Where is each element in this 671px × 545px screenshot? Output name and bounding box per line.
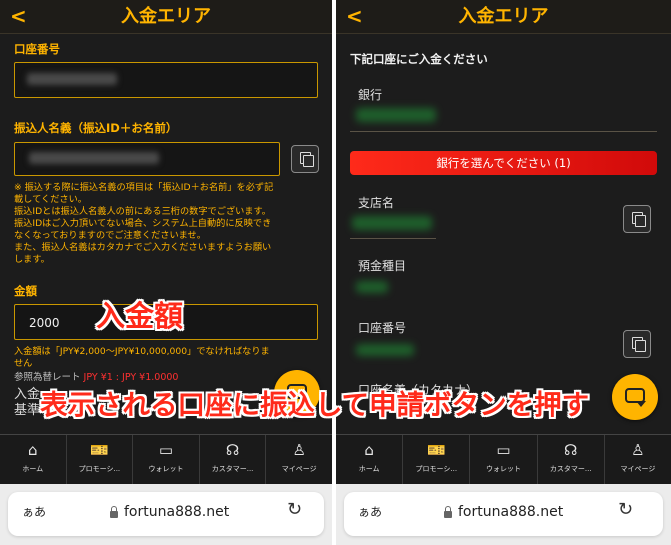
nav-label: ホーム xyxy=(22,465,44,473)
nav-label: ウォレット xyxy=(486,465,521,473)
divider xyxy=(350,131,657,132)
note-line: します。 xyxy=(14,254,50,265)
rate-label: 参照為替レート xyxy=(14,372,81,383)
note-line: また、振込人名義はカタカナでご入力くださいますようお願い xyxy=(14,242,272,253)
nav-label: ウォレット xyxy=(148,465,184,473)
headset-icon: ☊ xyxy=(564,441,578,459)
nav-label: マイページ xyxy=(281,465,317,473)
amount-value: 2000 xyxy=(29,316,60,330)
user-icon: ♙ xyxy=(631,441,645,459)
chat-button[interactable] xyxy=(612,374,658,420)
account-number-label: 口座番号 xyxy=(358,321,407,335)
page-title: 入金エリア xyxy=(458,6,549,27)
account-number-field[interactable] xyxy=(14,62,318,98)
lock-icon xyxy=(444,506,452,518)
rate-value: JPY ¥1 : JPY ¥1.0000 xyxy=(83,372,179,383)
deposit-type-label: 預金種目 xyxy=(358,259,407,273)
note-line: なくなっておりますのでご注意くださいませ。 xyxy=(14,230,206,241)
cut-text: 基準 xyxy=(14,403,41,418)
deposit-type-redacted xyxy=(356,281,388,293)
nav-mypage[interactable]: ♙ マイページ xyxy=(605,435,671,484)
amount-range-note: せん xyxy=(14,358,33,369)
payer-name-label: 振込人名義（振込ID＋お名前） xyxy=(14,121,178,135)
branch-value-redacted xyxy=(352,216,432,230)
header-bar: < 入金エリア xyxy=(336,0,671,34)
note-line: 載してください。 xyxy=(14,194,87,205)
home-icon: ⌂ xyxy=(28,441,38,459)
bottom-nav: ⌂ ホーム 🎫 プロモーシ... ▭ ウォレット ☊ カスタマー... ♙ マイページ xyxy=(0,434,332,484)
reader-aa-button[interactable]: ぁあ xyxy=(22,504,46,520)
cut-text: 入金 xyxy=(14,387,41,402)
right-phone-screen: < 入金エリア 下記口座にご入金ください 銀行 銀行を選んでください (1) 支… xyxy=(336,0,671,545)
amount-label: 金額 xyxy=(14,284,37,298)
annotation-amount: 入金額 xyxy=(96,299,184,333)
nav-promotion[interactable]: 🎫 プロモーシ... xyxy=(67,435,134,484)
divider xyxy=(350,238,436,239)
amount-range-note: 入金額は「JPY¥2,000～JPY¥10,000,000」でなければなりま xyxy=(14,346,270,357)
url-text: fortuna888.net xyxy=(124,504,230,520)
lock-icon xyxy=(110,506,118,518)
page-title: 入金エリア xyxy=(121,6,211,27)
user-icon: ♙ xyxy=(292,441,306,459)
nav-label: ホーム xyxy=(358,465,380,473)
copy-icon[interactable] xyxy=(623,330,651,358)
url-text: fortuna888.net xyxy=(458,504,564,520)
nav-wallet[interactable]: ▭ ウォレット xyxy=(470,435,538,484)
section-title: 下記口座にご入金ください xyxy=(350,52,488,66)
wallet-icon: ▭ xyxy=(496,441,511,459)
nav-customer[interactable]: ☊ カスタマー... xyxy=(538,435,605,484)
header-bar: < 入金エリア xyxy=(0,0,332,34)
payer-name-field[interactable] xyxy=(14,142,280,176)
browser-url-bar: ぁあ fortuna888.net ↻ xyxy=(336,484,671,545)
bank-value-redacted xyxy=(356,108,436,122)
account-number-label: 口座番号 xyxy=(14,42,60,56)
promotion-ticket-icon: 🎫 xyxy=(426,441,446,459)
wallet-icon: ▭ xyxy=(158,441,174,459)
nav-label: プロモーシ... xyxy=(78,465,121,473)
annotation-instruction: 表示される口座に振込して申請ボタンを押す xyxy=(40,389,590,421)
left-phone-screen: < 入金エリア 口座番号 振込人名義（振込ID＋お名前） ※ 振込する際に振込名… xyxy=(0,0,332,545)
select-bank-button[interactable]: 銀行を選んでください (1) xyxy=(350,151,657,175)
branch-label: 支店名 xyxy=(358,196,395,210)
note-line: 振込IDとは振込人名義人の前にある三桁の数字でございます。 xyxy=(14,206,271,217)
home-icon: ⌂ xyxy=(364,441,374,459)
nav-wallet[interactable]: ▭ ウォレット xyxy=(133,435,200,484)
note-line: ※ 振込する際に振込名義の項目は「振込ID＋お名前」を必ず記 xyxy=(14,182,274,193)
account-number-redacted xyxy=(356,344,414,356)
nav-promotion[interactable]: 🎫 プロモーシ... xyxy=(403,435,471,484)
nav-label: マイページ xyxy=(620,465,656,473)
nav-mypage[interactable]: ♙ マイページ xyxy=(266,435,332,484)
nav-customer[interactable]: ☊ カスタマー... xyxy=(200,435,267,484)
nav-label: プロモーシ... xyxy=(415,465,458,473)
reader-aa-button[interactable]: ぁあ xyxy=(358,504,382,520)
promotion-ticket-icon: 🎫 xyxy=(90,441,109,459)
reload-icon[interactable]: ↻ xyxy=(618,500,633,520)
browser-url-bar: ぁあ fortuna888.net ↻ xyxy=(0,484,332,545)
note-line: 振込IDはご入力頂いてない場合、システム上自動的に反映でき xyxy=(14,218,272,229)
nav-label: カスタマー... xyxy=(549,465,592,473)
copy-icon[interactable] xyxy=(623,205,651,233)
reload-icon[interactable]: ↻ xyxy=(287,500,302,520)
nav-home[interactable]: ⌂ ホーム xyxy=(0,435,67,484)
exchange-rate: 参照為替レート JPY ¥1 : JPY ¥1.0000 xyxy=(14,372,178,384)
nav-home[interactable]: ⌂ ホーム xyxy=(336,435,404,484)
headset-icon: ☊ xyxy=(225,441,240,459)
nav-label: カスタマー... xyxy=(211,465,254,473)
bottom-nav: ⌂ ホーム 🎫 プロモーシ... ▭ ウォレット ☊ カスタマー... ♙ マイページ xyxy=(336,434,671,484)
bank-label: 銀行 xyxy=(358,88,383,102)
copy-icon[interactable] xyxy=(291,145,319,173)
